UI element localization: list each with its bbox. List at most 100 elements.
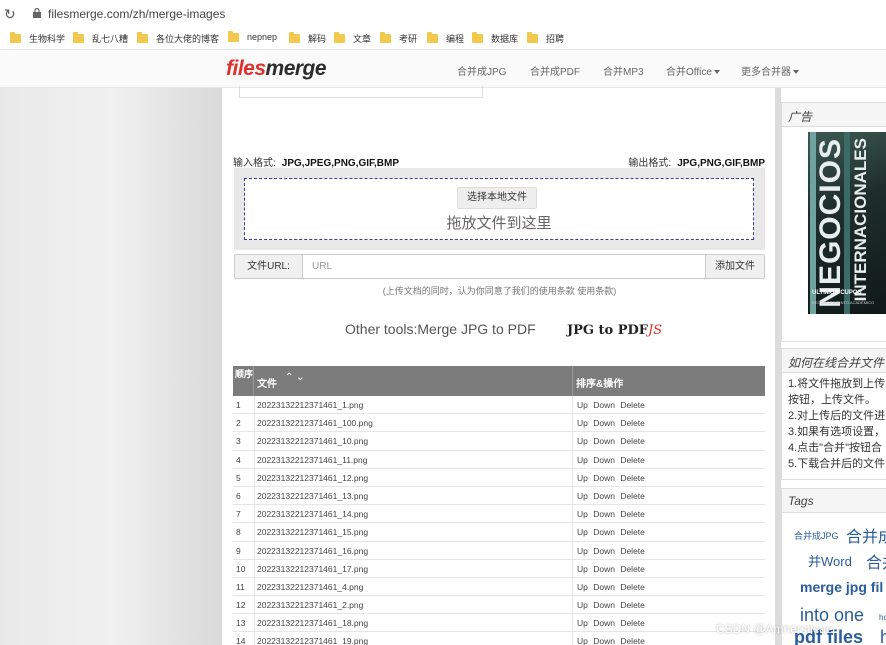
bookmark-item[interactable]: 生物科学: [10, 32, 65, 45]
tag-link[interactable]: h: [880, 627, 886, 645]
folder-icon: [10, 32, 21, 43]
ad-sub: ULTIMOS CUPOS: [812, 290, 862, 296]
row-divider: [254, 486, 255, 505]
tags-title: Tags: [782, 489, 886, 513]
nav-merge-pdf[interactable]: 合并成PDF: [530, 63, 580, 78]
caret-down-icon: [793, 70, 799, 75]
table-row: 13 20223132212371461_18.png Up Down Delete: [233, 614, 765, 633]
nav-merge-jpg[interactable]: 合并成JPG: [457, 63, 506, 78]
row-actions[interactable]: Up Down Delete: [577, 564, 645, 574]
row-filename: 20223132212371461_17.png: [257, 563, 369, 574]
filesmerge-logo[interactable]: filesmerge: [226, 57, 327, 81]
row-filename: 20223132212371461_18.png: [257, 618, 369, 629]
ad-sub2: RECONOCIMIENTO ACADÉMICO: [812, 300, 875, 305]
how-step: 5.下载合并后的文件: [788, 458, 886, 470]
ad-text-big: NEGOCIOS: [814, 138, 847, 308]
row-number: 3: [236, 436, 241, 447]
bookmarks-bar: 生物科学 乱七八糟 各位大佬的博客 nepnep 解码 文章 考研 编程 数据库…: [0, 28, 886, 50]
row-number: 12: [236, 600, 246, 611]
tag-link[interactable]: 合并成JPG: [794, 529, 839, 542]
folder-icon: [73, 32, 84, 43]
bookmark-item[interactable]: 乱七八糟: [73, 32, 128, 45]
row-divider: [254, 523, 255, 541]
row-divider: [572, 632, 573, 645]
bookmark-item[interactable]: 招聘: [527, 32, 564, 45]
ad-text-small: INTERNACIONALES: [851, 138, 870, 302]
row-divider: [254, 450, 255, 468]
reload-icon[interactable]: ↻: [4, 6, 16, 23]
table-row: 4 20223132212371461_11.png Up Down Delete: [233, 450, 765, 469]
row-divider: [572, 577, 573, 596]
bookmark-item[interactable]: nepnep: [228, 30, 277, 42]
row-actions[interactable]: Up Down Delete: [577, 509, 645, 519]
how-to-list: 1.将文件拖放到上传 按钮，上传文件。 2.对上传后的文件进 3.如果有选项设置…: [782, 373, 886, 472]
table-row: 10 20223132212371461_17.png Up Down Delete: [233, 559, 765, 578]
col-divider: [572, 366, 573, 396]
bookmark-item[interactable]: 考研: [380, 32, 417, 45]
tag-link[interactable]: 并Word: [808, 551, 852, 570]
sort-arrows-icon[interactable]: ⌃ ⌄: [285, 372, 305, 383]
right-sidebar: 广告 NEGOCIOS INTERNACIONALES ULTIMOS CUPO…: [781, 88, 886, 645]
row-actions[interactable]: Up Down Delete: [577, 636, 645, 645]
url-text[interactable]: filesmerge.com/zh/merge-images: [48, 7, 225, 21]
browser-address-bar: ↻ filesmerge.com/zh/merge-images: [0, 0, 886, 28]
how-step: 按钮，上传文件。: [788, 394, 876, 406]
row-actions[interactable]: Up Down Delete: [577, 582, 645, 592]
table-row: 1 20223132212371461_1.png Up Down Delete: [233, 396, 765, 415]
how-to-title: 如何在线合并文件: [782, 349, 886, 373]
bookmark-item[interactable]: 文章: [334, 32, 371, 45]
how-step: 1.将文件拖放到上传: [788, 378, 886, 390]
row-filename: 20223132212371461_16.png: [257, 545, 369, 556]
table-row: 9 20223132212371461_16.png Up Down Delete: [233, 541, 765, 560]
nav-merge-mp3[interactable]: 合并MP3: [603, 63, 644, 78]
row-filename: 20223132212371461_10.png: [257, 436, 369, 447]
table-row: 6 20223132212371461_13.png Up Down Delete: [233, 486, 765, 506]
bookmark-item[interactable]: 各位大佬的博客: [137, 32, 219, 45]
how-step: 2.对上传后的文件进: [788, 410, 886, 422]
table-row: 2 20223132212371461_100.png Up Down Delete: [233, 414, 765, 433]
file-table: 顺序 文件 ⌃ ⌄ 排序&操作 1 20223132212371461_1.png…: [222, 88, 775, 645]
table-header: 顺序 文件 ⌃ ⌄ 排序&操作: [233, 366, 765, 396]
table-row: 12 20223132212371461_2.png Up Down Delete: [233, 596, 765, 615]
row-filename: 20223132212371461_1.png: [257, 400, 364, 410]
row-divider: [572, 614, 573, 632]
bookmark-item[interactable]: 数据库: [472, 32, 518, 45]
row-number: 10: [236, 563, 246, 574]
row-divider: [572, 505, 573, 523]
bookmark-item[interactable]: 编程: [427, 32, 464, 45]
row-divider: [254, 614, 255, 632]
how-step: 3.如果有选项设置，: [788, 426, 886, 438]
row-divider: [254, 559, 255, 577]
row-actions[interactable]: Up Down Delete: [577, 527, 645, 537]
row-actions[interactable]: Up Down Delete: [577, 418, 645, 428]
row-actions[interactable]: Up Down Delete: [577, 436, 645, 446]
row-actions[interactable]: Up Down Delete: [577, 600, 645, 610]
row-actions[interactable]: Up Down Delete: [577, 473, 645, 483]
row-divider: [572, 396, 573, 414]
how-step: 4.点击"合并"按钮合: [788, 442, 882, 454]
row-divider: [572, 523, 573, 541]
row-actions[interactable]: Up Down Delete: [577, 491, 645, 501]
table-row: 8 20223132212371461_15.png Up Down Delete: [233, 523, 765, 542]
tag-link[interactable]: 合并成: [846, 523, 886, 547]
row-actions[interactable]: Up Down Delete: [577, 455, 645, 465]
bookmark-item[interactable]: 解码: [289, 32, 326, 45]
tag-link[interactable]: 合并: [866, 549, 886, 573]
row-number: 2: [236, 418, 241, 429]
row-actions[interactable]: Up Down Delete: [577, 546, 645, 556]
tag-link[interactable]: merge jpg fil: [800, 579, 883, 595]
row-divider: [572, 559, 573, 577]
how-to-panel: 如何在线合并文件 1.将文件拖放到上传 按钮，上传文件。 2.对上传后的文件进 …: [781, 348, 886, 480]
nav-merge-office[interactable]: 合并Office: [666, 63, 720, 78]
nav-more-mergers[interactable]: 更多合并器: [741, 63, 799, 78]
site-header: filesmerge 合并成JPG 合并成PDF 合并MP3 合并Office …: [0, 51, 886, 88]
page-background: [0, 88, 222, 645]
folder-icon: [228, 30, 239, 42]
row-actions[interactable]: Up Down Delete: [577, 618, 645, 628]
row-actions[interactable]: Up Down Delete: [577, 400, 645, 410]
ad-image[interactable]: NEGOCIOS INTERNACIONALES ULTIMOS CUPOS R…: [808, 132, 886, 314]
row-divider: [572, 432, 573, 450]
tag-link[interactable]: hc: [879, 613, 886, 622]
row-divider: [572, 486, 573, 505]
row-divider: [572, 450, 573, 468]
